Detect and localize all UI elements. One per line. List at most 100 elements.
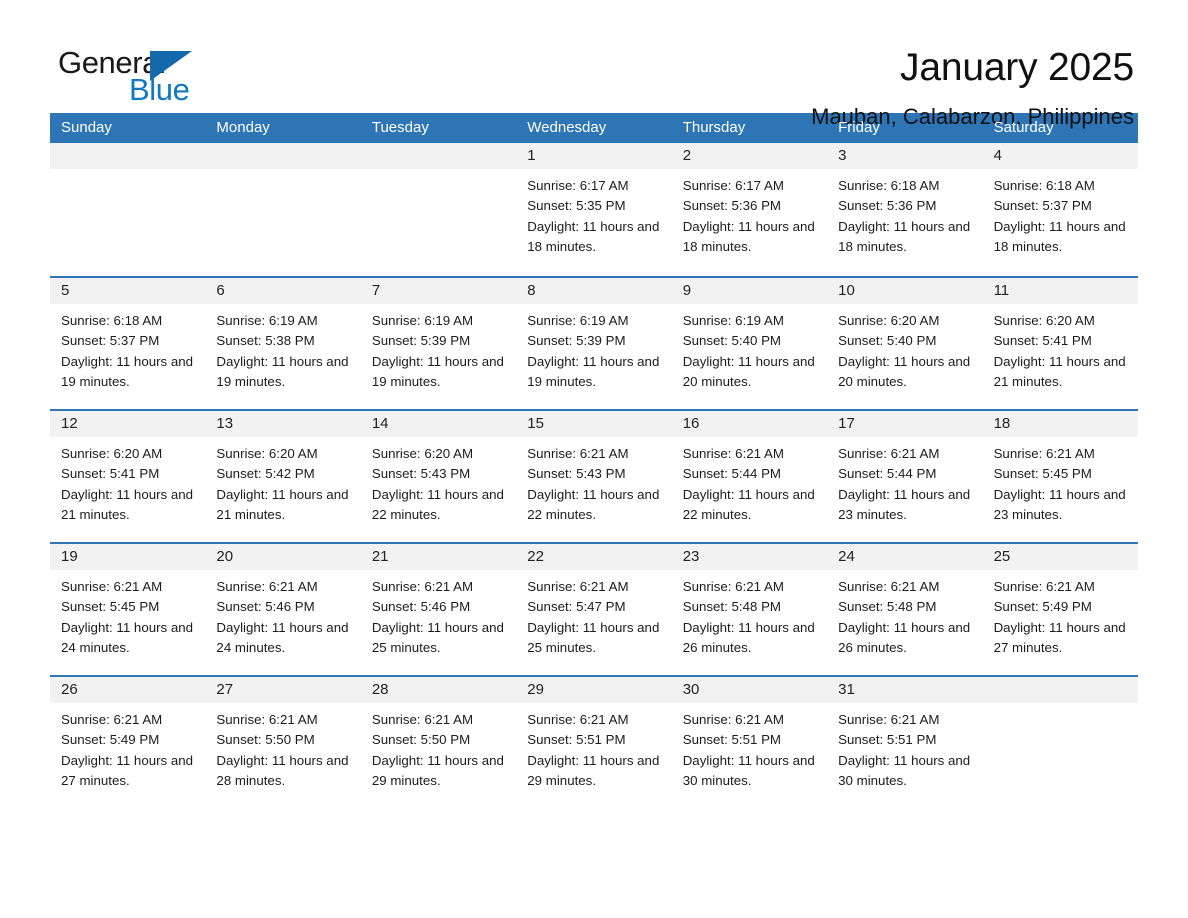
day-details: Sunrise: 6:21 AM Sunset: 5:49 PM Daylight:… <box>983 570 1138 659</box>
sunset-text: Sunset: 5:36 PM <box>682 198 782 214</box>
day-number: 29 <box>516 677 672 703</box>
daylight-text: Daylight: 11 hours and 19 minutes. <box>371 353 504 390</box>
day-number: 1 <box>516 143 672 169</box>
daylight-text: Daylight: 11 hours and 20 minutes. <box>682 353 815 390</box>
day-number <box>982 677 1138 703</box>
calendar-day-cell[interactable]: 21 Sunrise: 6:21 AM Sunset: 5:46 PM Dayligh… <box>360 544 517 675</box>
day-details: Sunrise: 6:18 AM Sunset: 5:36 PM Daylight:… <box>827 169 982 258</box>
day-details: Sunrise: 6:20 AM Sunset: 5:42 PM Daylight:… <box>205 437 360 526</box>
sunrise-text: Sunrise: 6:17 AM <box>682 178 784 193</box>
daylight-text: Daylight: 11 hours and 21 minutes. <box>216 486 349 523</box>
sunset-text: Sunset: 5:40 PM <box>838 333 937 349</box>
day-number <box>50 143 206 169</box>
calendar-day-cell[interactable]: 10 Sunrise: 6:20 AM Sunset: 5:40 PM Dayligh… <box>827 278 983 409</box>
sunrise-text: Sunrise: 6:20 AM <box>993 313 1095 328</box>
sunset-text: Sunset: 5:47 PM <box>527 599 626 615</box>
daylight-text: Daylight: 11 hours and 19 minutes. <box>527 353 660 390</box>
day-number: 31 <box>827 677 983 703</box>
calendar-body: 1 Sunrise: 6:17 AM Sunset: 5:35 PM Daylight… <box>50 143 1138 808</box>
sunset-text: Sunset: 5:40 PM <box>682 333 782 349</box>
sunset-text: Sunset: 5:50 PM <box>371 732 471 748</box>
day-number: 16 <box>671 411 828 437</box>
sunset-text: Sunset: 5:39 PM <box>527 333 626 349</box>
calendar-day-cell[interactable]: 31 Sunrise: 6:21 AM Sunset: 5:51 PM Dayligh… <box>827 677 983 808</box>
sunrise-text: Sunrise: 6:21 AM <box>527 579 629 594</box>
daylight-text: Daylight: 11 hours and 23 minutes. <box>993 486 1126 523</box>
calendar-day-cell[interactable]: 5 Sunrise: 6:18 AM Sunset: 5:37 PM Daylight… <box>50 278 206 409</box>
sunset-text: Sunset: 5:51 PM <box>838 732 937 748</box>
day-details: Sunrise: 6:21 AM Sunset: 5:47 PM Daylight:… <box>516 570 671 659</box>
calendar-day-cell[interactable]: 22 Sunrise: 6:21 AM Sunset: 5:47 PM Dayligh… <box>516 544 672 675</box>
calendar-day-cell[interactable]: 13 Sunrise: 6:20 AM Sunset: 5:42 PM Dayligh… <box>205 411 361 542</box>
calendar-day-cell[interactable]: 30 Sunrise: 6:21 AM Sunset: 5:51 PM Dayligh… <box>671 677 828 808</box>
calendar-day-cell[interactable]: 17 Sunrise: 6:21 AM Sunset: 5:44 PM Dayligh… <box>827 411 983 542</box>
calendar-day-cell[interactable]: 27 Sunrise: 6:21 AM Sunset: 5:50 PM Dayligh… <box>205 677 361 808</box>
sunset-text: Sunset: 5:44 PM <box>838 466 937 482</box>
calendar-day-cell[interactable]: 28 Sunrise: 6:21 AM Sunset: 5:50 PM Dayligh… <box>360 677 517 808</box>
calendar-day-cell[interactable]: 26 Sunrise: 6:21 AM Sunset: 5:49 PM Dayligh… <box>50 677 206 808</box>
calendar-day-cell[interactable]: 20 Sunrise: 6:21 AM Sunset: 5:46 PM Dayligh… <box>205 544 361 675</box>
weekday-header-tuesday: Tuesday <box>371 119 429 136</box>
sunrise-text: Sunrise: 6:19 AM <box>682 313 784 328</box>
page-header: General Blue January 2025 Mauban, Calaba… <box>50 0 1138 129</box>
sunset-text: Sunset: 5:48 PM <box>682 599 782 615</box>
sunrise-text: Sunrise: 6:21 AM <box>993 579 1095 594</box>
calendar-day-cell[interactable]: 23 Sunrise: 6:21 AM Sunset: 5:48 PM Dayligh… <box>671 544 828 675</box>
day-details: Sunrise: 6:21 AM Sunset: 5:44 PM Daylight:… <box>827 437 982 526</box>
calendar-day-cell[interactable]: 2 Sunrise: 6:17 AM Sunset: 5:36 PM Daylight… <box>671 143 828 276</box>
calendar-week-row: 12 Sunrise: 6:20 AM Sunset: 5:41 PM Dayligh… <box>50 409 1138 542</box>
day-number: 8 <box>516 278 672 304</box>
daylight-text: Daylight: 11 hours and 24 minutes. <box>216 619 349 656</box>
day-details: Sunrise: 6:21 AM Sunset: 5:44 PM Daylight:… <box>672 437 827 526</box>
day-number: 19 <box>50 544 206 570</box>
calendar-day-cell[interactable]: 6 Sunrise: 6:19 AM Sunset: 5:38 PM Daylight… <box>205 278 361 409</box>
calendar-day-cell[interactable]: 1 Sunrise: 6:17 AM Sunset: 5:35 PM Daylight… <box>516 143 672 276</box>
weekday-header-monday: Monday <box>216 119 270 136</box>
day-number: 23 <box>671 544 828 570</box>
day-details: Sunrise: 6:19 AM Sunset: 5:39 PM Daylight:… <box>516 304 671 393</box>
logo-text-blue: Blue <box>129 72 190 107</box>
day-number: 18 <box>982 411 1138 437</box>
calendar-day-cell[interactable]: 19 Sunrise: 6:21 AM Sunset: 5:45 PM Dayligh… <box>50 544 206 675</box>
calendar-day-cell[interactable]: 11 Sunrise: 6:20 AM Sunset: 5:41 PM Dayligh… <box>982 278 1138 409</box>
day-number: 30 <box>671 677 828 703</box>
sunrise-text: Sunrise: 6:18 AM <box>993 178 1095 193</box>
sunrise-text: Sunrise: 6:19 AM <box>527 313 629 328</box>
day-number: 21 <box>360 544 517 570</box>
calendar-day-cell[interactable]: 7 Sunrise: 6:19 AM Sunset: 5:39 PM Daylight… <box>360 278 517 409</box>
calendar-day-cell[interactable]: 14 Sunrise: 6:20 AM Sunset: 5:43 PM Dayligh… <box>360 411 517 542</box>
calendar-day-cell[interactable]: 12 Sunrise: 6:20 AM Sunset: 5:41 PM Dayligh… <box>50 411 206 542</box>
calendar-day-cell[interactable]: 29 Sunrise: 6:21 AM Sunset: 5:51 PM Dayligh… <box>516 677 672 808</box>
daylight-text: Daylight: 11 hours and 29 minutes. <box>371 752 504 789</box>
calendar-day-cell[interactable]: 15 Sunrise: 6:21 AM Sunset: 5:43 PM Dayligh… <box>516 411 672 542</box>
sunrise-text: Sunrise: 6:20 AM <box>216 446 318 461</box>
day-number: 25 <box>982 544 1138 570</box>
day-number <box>205 143 361 169</box>
sunset-text: Sunset: 5:39 PM <box>371 333 471 349</box>
day-details: Sunrise: 6:20 AM Sunset: 5:41 PM Daylight:… <box>983 304 1138 393</box>
daylight-text: Daylight: 11 hours and 19 minutes. <box>216 353 349 390</box>
calendar-day-cell[interactable]: 25 Sunrise: 6:21 AM Sunset: 5:49 PM Dayligh… <box>982 544 1138 675</box>
daylight-text: Daylight: 11 hours and 27 minutes. <box>61 752 194 789</box>
sunset-text: Sunset: 5:35 PM <box>527 198 626 214</box>
daylight-text: Daylight: 11 hours and 18 minutes. <box>682 218 815 255</box>
sunset-text: Sunset: 5:37 PM <box>61 333 160 349</box>
weekday-header-row: Sunday Monday Tuesday Wednesday Thursday Frid… <box>50 113 1138 143</box>
day-number: 24 <box>827 544 983 570</box>
day-details: Sunrise: 6:19 AM Sunset: 5:39 PM Daylight:… <box>361 304 516 393</box>
calendar-day-cell[interactable]: 18 Sunrise: 6:21 AM Sunset: 5:45 PM Dayligh… <box>982 411 1138 542</box>
sunset-text: Sunset: 5:45 PM <box>993 466 1092 482</box>
calendar-day-cell[interactable]: 4 Sunrise: 6:18 AM Sunset: 5:37 PM Daylight… <box>982 143 1138 276</box>
day-number: 14 <box>360 411 517 437</box>
calendar-day-cell[interactable]: 24 Sunrise: 6:21 AM Sunset: 5:48 PM Dayligh… <box>827 544 983 675</box>
daylight-text: Daylight: 11 hours and 19 minutes. <box>61 353 194 390</box>
calendar-day-cell[interactable]: 8 Sunrise: 6:19 AM Sunset: 5:39 PM Daylight… <box>516 278 672 409</box>
calendar-day-cell[interactable]: 3 Sunrise: 6:18 AM Sunset: 5:36 PM Daylight… <box>827 143 983 276</box>
sunset-text: Sunset: 5:43 PM <box>371 466 471 482</box>
calendar-day-cell[interactable]: 16 Sunrise: 6:21 AM Sunset: 5:44 PM Dayligh… <box>671 411 828 542</box>
day-number: 27 <box>205 677 361 703</box>
day-details: Sunrise: 6:20 AM Sunset: 5:43 PM Daylight:… <box>361 437 516 526</box>
calendar-day-cell[interactable]: 9 Sunrise: 6:19 AM Sunset: 5:40 PM Daylight… <box>671 278 828 409</box>
general-blue-logo[interactable]: General Blue <box>50 44 210 114</box>
sunrise-text: Sunrise: 6:18 AM <box>838 178 940 193</box>
